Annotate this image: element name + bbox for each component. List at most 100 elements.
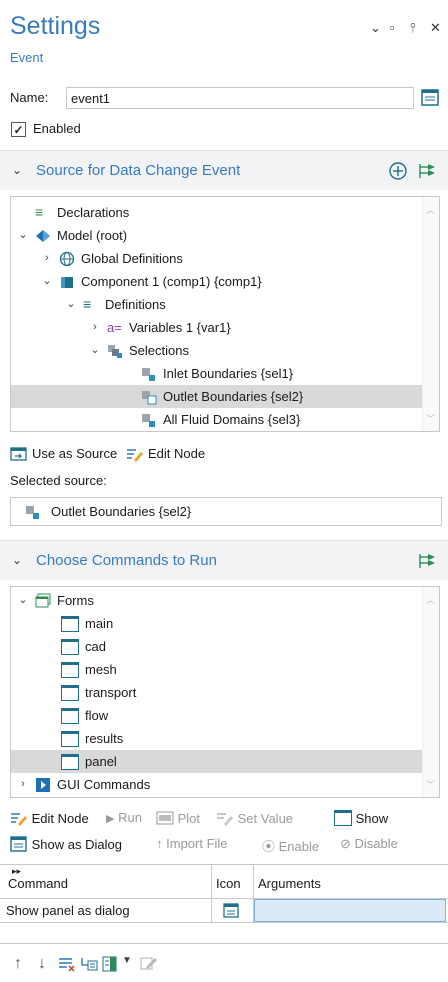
disable-button[interactable]: ⊘ Disable [340, 836, 398, 852]
form-icon [421, 89, 439, 106]
source-tree[interactable]: ≡ Declarations ⌄ Model (root) › Global D… [10, 196, 440, 432]
enable-button[interactable]: ⦿ Enable [262, 836, 319, 855]
selected-source-field: Outlet Boundaries {sel2} [10, 497, 442, 526]
tree-item-form-flow[interactable]: flow [11, 704, 423, 727]
edit-node-icon [127, 449, 143, 462]
tree-item-form-mesh[interactable]: mesh [11, 658, 423, 681]
tree-item-form-cad[interactable]: cad [11, 635, 423, 658]
selection-icon [26, 506, 39, 519]
tree-item-global-definitions[interactable]: › Global Definitions [11, 247, 423, 270]
forms-icon [35, 593, 51, 608]
component-icon [61, 277, 73, 288]
indent-button[interactable] [80, 956, 98, 975]
delete-rows-button[interactable] [58, 956, 76, 975]
declarations-icon: ≡ [35, 204, 44, 220]
disabled-circle-icon: ⊘ [340, 836, 351, 851]
column-header-command[interactable]: Command [8, 876, 68, 891]
name-label: Name: [10, 90, 49, 105]
chevron-down-icon[interactable]: ⌄ [89, 339, 101, 362]
window-menu-chevron-icon[interactable]: ⌄ [370, 20, 381, 36]
chevron-right-icon[interactable]: › [41, 247, 53, 270]
indent-icon [81, 958, 98, 971]
plot-button[interactable]: Plot [156, 810, 200, 826]
tree-view-icon[interactable] [416, 551, 440, 571]
tree-item-definitions[interactable]: ⌄ ≡ Definitions [11, 293, 423, 316]
tree-item-all-fluid-domains[interactable]: All Fluid Domains {sel3} [11, 408, 423, 431]
arguments-cell[interactable] [254, 899, 446, 922]
table-row[interactable]: Show panel as dialog [0, 899, 448, 922]
enabled-checkbox[interactable]: ✓ [11, 122, 26, 137]
tree-item-selections[interactable]: ⌄ Selections [11, 339, 423, 362]
tree-item-component-1[interactable]: ⌄ Component 1 (comp1) {comp1} [11, 270, 423, 293]
chevron-down-icon[interactable]: ⌄ [65, 293, 77, 316]
page-subtitle: Event [10, 50, 44, 65]
chevron-down-icon[interactable]: ⌄ [41, 270, 53, 293]
tree-item-outlet-boundaries[interactable]: Outlet Boundaries {sel2} [11, 385, 423, 408]
commands-tree[interactable]: ⌄ Forms main cad mesh transport flow res… [10, 586, 440, 798]
selection-icon [142, 391, 157, 405]
form-icon [61, 639, 79, 655]
source-section-title: Source for Data Change Event [36, 162, 241, 179]
command-cell: Show panel as dialog [6, 903, 130, 918]
globe-icon [59, 251, 75, 267]
commands-table: ▸▸ Command Icon Arguments Show panel as … [0, 864, 448, 944]
tree-item-forms[interactable]: ⌄ Forms [11, 589, 423, 612]
import-file-button[interactable]: ↑ Import File [156, 836, 228, 851]
tree-item-variables-1[interactable]: › a= Variables 1 {var1} [11, 316, 423, 339]
selection-icon [142, 368, 155, 381]
form-icon [334, 810, 352, 826]
form-icon [61, 708, 79, 724]
show-as-dialog-button[interactable]: Show as Dialog [10, 836, 122, 852]
tree-item-form-main[interactable]: main [11, 612, 423, 635]
tree-item-declarations[interactable]: ≡ Declarations [11, 201, 423, 224]
chevron-down-icon[interactable]: ⌄ [17, 589, 29, 612]
scroll-up-icon[interactable]: ︿ [426, 203, 435, 216]
window-close-icon[interactable]: ✕ [430, 20, 441, 36]
show-button[interactable]: Show [334, 810, 388, 826]
add-form-button[interactable] [102, 956, 120, 975]
name-options-button[interactable] [418, 86, 442, 110]
tree-item-model-root[interactable]: ⌄ Model (root) [11, 224, 423, 247]
source-section-header[interactable]: ⌄ Source for Data Change Event [0, 150, 448, 190]
chevron-down-icon: ⌄ [12, 553, 23, 567]
add-form-dropdown-button[interactable]: ▼ [122, 955, 132, 966]
edit-button[interactable] [140, 955, 158, 974]
play-icon: ▶ [106, 813, 115, 825]
selected-source-label: Selected source: [10, 473, 107, 488]
upload-icon: ↑ [156, 836, 163, 851]
scroll-down-icon[interactable]: ﹀ [426, 412, 435, 425]
column-header-icon[interactable]: Icon [216, 876, 241, 891]
window-pin-icon[interactable]: ⫯ [410, 20, 416, 36]
tree-item-form-transport[interactable]: transport [11, 681, 423, 704]
scroll-down-icon[interactable]: ﹀ [426, 778, 435, 791]
definitions-icon: ≡ [83, 296, 92, 312]
name-input[interactable] [66, 87, 414, 109]
move-up-button[interactable]: ↑ [14, 955, 22, 973]
chevron-down-icon[interactable]: ⌄ [17, 224, 29, 247]
set-value-button[interactable]: Set Value [216, 810, 293, 826]
tree-item-form-results[interactable]: results [11, 727, 423, 750]
chevron-right-icon[interactable]: › [17, 773, 29, 796]
commands-section-header[interactable]: ⌄ Choose Commands to Run [0, 540, 448, 580]
move-down-button[interactable]: ↓ [38, 955, 46, 973]
scroll-up-icon[interactable]: ︿ [426, 593, 435, 606]
tree-item-gui-commands[interactable]: › GUI Commands [11, 773, 423, 796]
form-icon [61, 685, 79, 701]
add-form-icon [102, 956, 117, 972]
column-header-arguments[interactable]: Arguments [258, 876, 321, 891]
chevron-right-icon[interactable]: › [89, 316, 101, 339]
dialog-icon [223, 903, 239, 918]
source-tree-scrollbar[interactable]: ︿ ﹀ [422, 197, 439, 431]
edit-node-command-button[interactable]: Edit Node [10, 810, 89, 826]
add-icon[interactable] [388, 161, 408, 181]
enabled-label: Enabled [33, 121, 81, 136]
window-maximize-icon[interactable]: ▫ [390, 20, 395, 35]
commands-tree-scrollbar[interactable]: ︿ ﹀ [422, 587, 439, 797]
tree-item-inlet-boundaries[interactable]: Inlet Boundaries {sel1} [11, 362, 423, 385]
tree-view-icon[interactable] [416, 161, 440, 181]
edit-pencil-icon [140, 957, 157, 970]
model-icon [36, 230, 50, 242]
edit-node-icon [11, 813, 27, 826]
tree-item-form-panel[interactable]: panel [11, 750, 423, 773]
run-button[interactable]: ▶ Run [106, 810, 142, 825]
